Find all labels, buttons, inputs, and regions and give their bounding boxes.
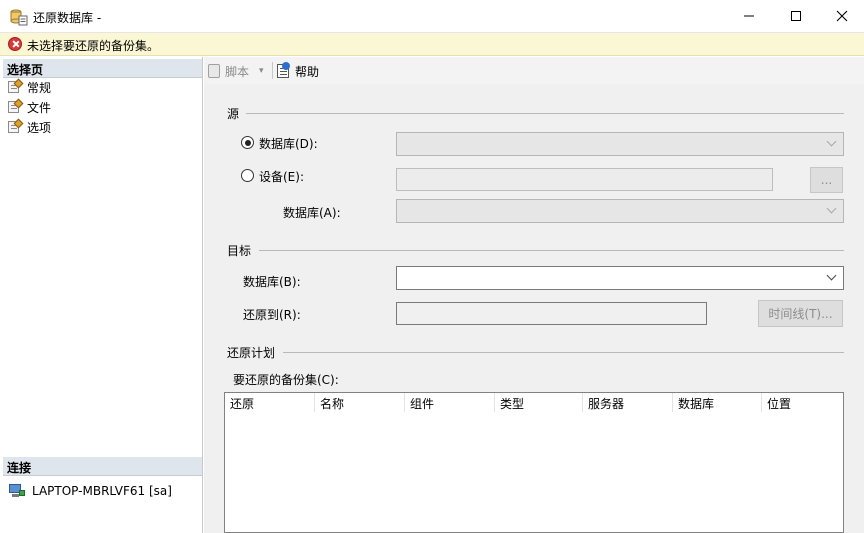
device-browse-button[interactable]: ... [810, 167, 843, 193]
timeline-button[interactable]: 时间线(T)... [758, 300, 843, 327]
window-title: 还原数据库 - [33, 11, 102, 25]
error-message-bar: 未选择要还原的备份集。 [0, 33, 864, 56]
chevron-down-icon [827, 206, 836, 215]
restore-to-field[interactable] [396, 302, 707, 325]
page-wrench-icon [7, 98, 24, 114]
close-button[interactable] [819, 0, 864, 32]
column-header-restore[interactable]: 还原 [225, 393, 315, 412]
column-header-component[interactable]: 组件 [405, 393, 495, 412]
source-device-label: 设备(E): [259, 170, 304, 184]
connection-header: 连接 [3, 457, 202, 476]
minimize-button[interactable] [726, 0, 772, 32]
script-label: 脚本 [225, 64, 250, 79]
sidebar-item-general[interactable]: 常规 [7, 78, 51, 96]
backup-sets-label: 要还原的备份集(C): [233, 373, 339, 387]
sidebar-item-label: 常规 [27, 80, 52, 95]
script-icon [206, 64, 222, 78]
column-header-name[interactable]: 名称 [315, 393, 405, 412]
toolbar: 脚本 ▾ 帮助 [204, 57, 864, 84]
sidebar-item-label: 选项 [27, 120, 52, 135]
column-header-type[interactable]: 类型 [495, 393, 583, 412]
restore-database-icon [10, 9, 28, 26]
toolbar-separator [272, 62, 273, 79]
source-device-database-label: 数据库(A): [283, 206, 341, 220]
error-message: 未选择要还原的备份集。 [27, 39, 160, 53]
main-pane: 脚本 ▾ 帮助 源 数据库(D): 设备(E): ... 数据库(A): 目标 … [204, 57, 864, 533]
chevron-down-icon [827, 139, 836, 148]
source-database-label: 数据库(D): [259, 137, 318, 151]
table-header: 还原 名称 组件 类型 服务器 数据库 位置 [225, 393, 843, 412]
source-divider [246, 113, 844, 114]
script-dropdown-caret[interactable]: ▾ [259, 62, 264, 80]
column-header-database[interactable]: 数据库 [673, 393, 762, 412]
column-header-server[interactable]: 服务器 [583, 393, 673, 412]
connection-item[interactable]: LAPTOP-MBRLVF61 [sa] [9, 482, 172, 500]
source-database-select[interactable] [396, 132, 844, 156]
restore-plan-divider [283, 352, 844, 353]
server-connection-icon [9, 484, 25, 498]
page-wrench-icon [7, 78, 24, 94]
sidebar-item-label: 文件 [27, 100, 52, 115]
column-header-location[interactable]: 位置 [762, 393, 843, 412]
minimize-icon [744, 15, 754, 17]
page-wrench-icon [7, 118, 24, 134]
maximize-button[interactable] [773, 0, 819, 32]
script-button[interactable]: 脚本 [206, 62, 249, 80]
source-device-radio[interactable] [241, 169, 254, 182]
help-icon [276, 62, 292, 79]
destination-section-title: 目标 [227, 244, 252, 258]
sidebar-item-options[interactable]: 选项 [7, 118, 51, 136]
help-label: 帮助 [295, 64, 320, 79]
source-device-database-select[interactable] [396, 199, 844, 223]
restore-plan-section-title: 还原计划 [227, 346, 276, 360]
backup-sets-table[interactable]: 还原 名称 组件 类型 服务器 数据库 位置 [224, 392, 844, 533]
restore-to-label: 还原到(R): [243, 308, 301, 322]
left-pane: 选择页 常规 文件 选项 连接 LAPTOP-MBRLVF61 [sa] [0, 57, 203, 533]
select-page-header: 选择页 [3, 59, 202, 78]
source-database-radio[interactable] [241, 136, 254, 149]
help-button[interactable]: 帮助 [276, 62, 319, 80]
close-icon [836, 10, 848, 22]
chevron-down-icon [827, 273, 836, 282]
connection-label: LAPTOP-MBRLVF61 [sa] [32, 484, 172, 498]
title-bar: 还原数据库 - [0, 0, 864, 33]
maximize-icon [791, 11, 801, 21]
destination-database-label: 数据库(B): [243, 275, 301, 289]
sidebar-item-files[interactable]: 文件 [7, 98, 51, 116]
destination-divider [259, 250, 844, 251]
source-section-title: 源 [227, 107, 240, 121]
source-device-field[interactable] [396, 168, 773, 191]
error-icon [8, 37, 22, 51]
destination-database-select[interactable] [396, 266, 844, 290]
